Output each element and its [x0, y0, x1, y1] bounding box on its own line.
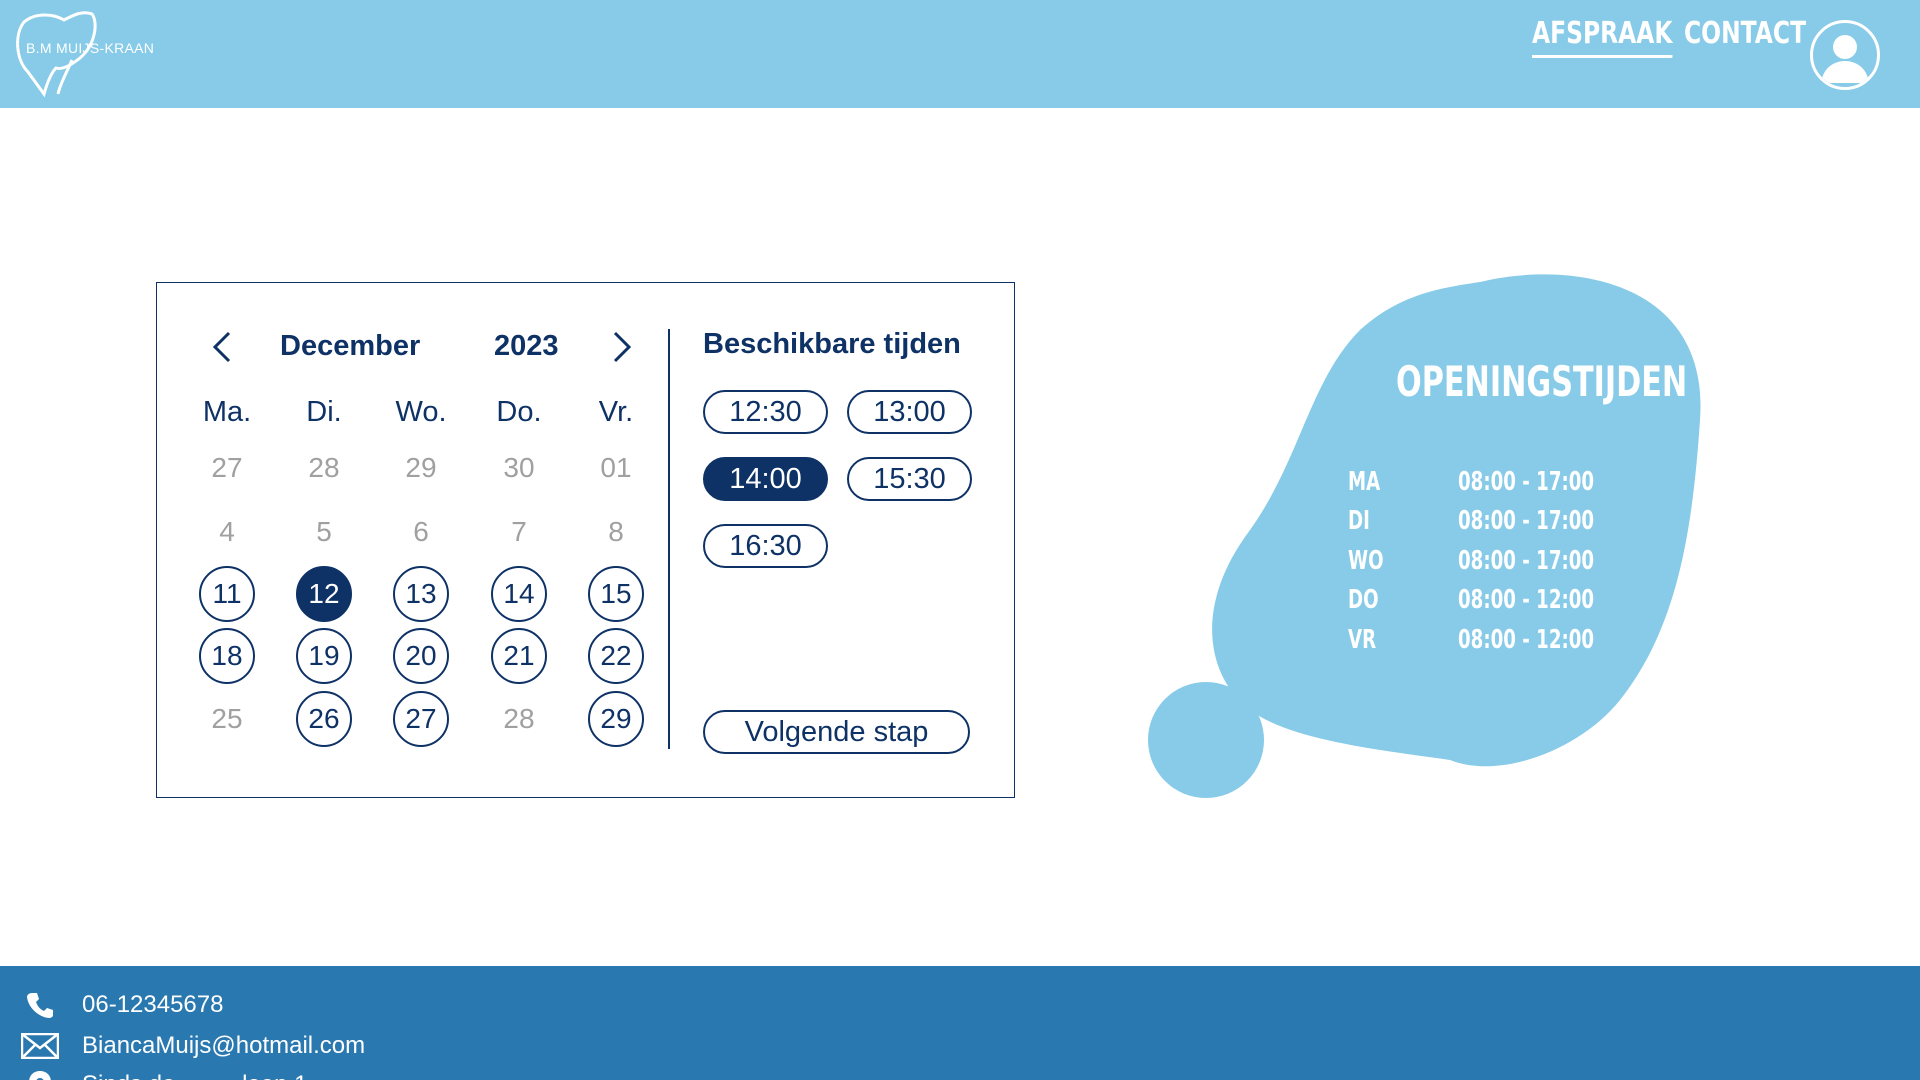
email-text: BiancaMuijs@hotmail.com — [82, 1032, 366, 1059]
calendar-day-unavailable: 25 — [211, 703, 243, 734]
hours-day-label: VR — [1348, 625, 1377, 655]
calendar-day-unavailable: 6 — [413, 516, 429, 547]
weekday-label: Ma. — [202, 396, 252, 428]
calendar-day-available[interactable]: 19 — [296, 628, 352, 684]
calendar-day-available[interactable]: 11 — [199, 566, 255, 622]
calendar-day-available[interactable]: 15 — [588, 566, 644, 622]
hours-day-label: WO — [1348, 546, 1384, 576]
next-month-button[interactable] — [603, 329, 639, 365]
mail-icon — [20, 1031, 60, 1061]
time-slot[interactable]: 15:30 — [847, 457, 972, 501]
header: B.M MUIJS-KRAAN AFSPRAAK CONTACT — [0, 0, 1920, 108]
hours-time-value: 08:00 - 17:00 — [1458, 467, 1595, 497]
time-slot[interactable]: 16:30 — [703, 524, 828, 568]
calendar-day-unavailable: 29 — [405, 452, 437, 483]
divider — [668, 329, 670, 749]
appointment-card: December 2023 Ma. Di. Wo. Do. Vr. 27 28 29 30 01… — [156, 282, 1015, 798]
logo[interactable]: B.M MUIJS-KRAAN — [14, 10, 184, 98]
weekday-label: Wo. — [395, 396, 447, 428]
weekday-label: Vr. — [598, 396, 634, 428]
hours-time-value: 08:00 - 12:00 — [1458, 625, 1595, 655]
time-slot[interactable]: 12:30 — [703, 390, 828, 434]
calendar-day-unavailable: 5 — [316, 516, 332, 547]
address-text: Sinds de ........ laan 1 — [82, 1071, 307, 1080]
prev-month-button[interactable] — [205, 329, 241, 365]
calendar-day-available[interactable]: 29 — [588, 691, 644, 747]
contact-phone[interactable]: 06-12345678 — [20, 988, 223, 1022]
logo-text: B.M MUIJS-KRAAN — [26, 40, 155, 56]
calendar-day-available[interactable]: 26 — [296, 691, 352, 747]
hours-day-label: DO — [1348, 585, 1379, 615]
calendar-day-unavailable: 01 — [600, 452, 632, 483]
calendar-day-unavailable: 28 — [308, 452, 340, 483]
nav-link-contact[interactable]: CONTACT — [1684, 16, 1806, 55]
hours-time-value: 08:00 - 12:00 — [1458, 585, 1595, 615]
user-icon — [1821, 35, 1869, 83]
hours-time-value: 08:00 - 17:00 — [1458, 546, 1595, 576]
weekday-label: Di. — [306, 396, 342, 428]
phone-icon — [20, 990, 60, 1020]
nav-link-afspraak[interactable]: AFSPRAAK — [1532, 16, 1673, 58]
phone-text: 06-12345678 — [82, 991, 224, 1018]
weekday-label: Do. — [496, 396, 542, 428]
calendar-day-available[interactable]: 18 — [199, 628, 255, 684]
time-slot[interactable]: 13:00 — [847, 390, 972, 434]
calendar-day-available[interactable]: 14 — [491, 566, 547, 622]
calendar-day-unavailable: 4 — [219, 516, 235, 547]
calendar-day-selected[interactable]: 12 — [296, 566, 352, 622]
footer: 06-12345678 BiancaMuijs@hotmail.com Sind… — [0, 966, 1920, 1080]
hours-day-label: DI — [1348, 506, 1370, 536]
calendar-day-unavailable: 8 — [608, 516, 624, 547]
user-avatar-button[interactable] — [1810, 20, 1880, 90]
available-times-title: Beschikbare tijden — [703, 328, 961, 360]
contact-email[interactable]: BiancaMuijs@hotmail.com — [20, 1029, 365, 1063]
calendar-day-available[interactable]: 13 — [393, 566, 449, 622]
calendar-month: December — [280, 330, 421, 362]
calendar-day-unavailable: 27 — [211, 452, 243, 483]
hours-day-label: MA — [1348, 467, 1381, 497]
calendar-day-available[interactable]: 27 — [393, 691, 449, 747]
chevron-right-icon — [613, 331, 632, 363]
location-icon — [20, 1070, 60, 1080]
opening-hours-title: OPENINGSTIJDEN — [1396, 357, 1688, 406]
calendar-day-unavailable: 7 — [511, 516, 527, 547]
calendar-day-available[interactable]: 21 — [491, 628, 547, 684]
contact-address[interactable]: Sinds de ........ laan 1 — [20, 1068, 307, 1080]
calendar-year: 2023 — [494, 330, 559, 362]
calendar-day-unavailable: 28 — [503, 703, 535, 734]
calendar-day-available[interactable]: 22 — [588, 628, 644, 684]
calendar-day-available[interactable]: 20 — [393, 628, 449, 684]
chevron-left-icon — [212, 331, 231, 363]
next-step-button[interactable]: Volgende stap — [703, 710, 970, 754]
calendar-day-unavailable: 30 — [503, 452, 535, 483]
opening-hours-blob — [1148, 274, 1701, 798]
hours-time-value: 08:00 - 17:00 — [1458, 506, 1595, 536]
time-slot-selected[interactable]: 14:00 — [703, 457, 828, 501]
